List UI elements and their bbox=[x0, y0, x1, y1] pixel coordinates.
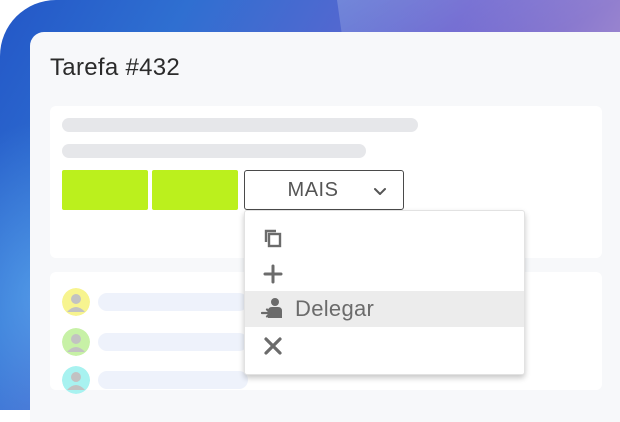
skeleton-line bbox=[98, 293, 248, 311]
delegate-icon bbox=[261, 297, 285, 321]
page-title: Tarefa #432 bbox=[50, 54, 181, 81]
chevron-down-icon bbox=[373, 184, 387, 202]
skeleton-line bbox=[98, 371, 248, 389]
copy-icon bbox=[261, 226, 285, 250]
avatar bbox=[62, 366, 90, 394]
more-actions-menu: Delegar bbox=[244, 210, 525, 375]
secondary-action-button[interactable] bbox=[152, 170, 238, 210]
menu-item-delegate[interactable]: Delegar bbox=[245, 291, 524, 327]
avatar bbox=[62, 328, 90, 356]
primary-action-button[interactable] bbox=[62, 170, 148, 210]
menu-item-add[interactable] bbox=[245, 256, 524, 292]
menu-item-label: Delegar bbox=[295, 296, 375, 321]
more-actions-label: MAIS bbox=[287, 178, 339, 201]
skeleton-line bbox=[62, 118, 418, 132]
menu-item-close[interactable] bbox=[245, 328, 524, 364]
skeleton-line bbox=[98, 333, 248, 351]
more-actions-button[interactable]: MAIS bbox=[244, 170, 404, 210]
close-icon bbox=[261, 334, 285, 358]
menu-item-copy[interactable] bbox=[245, 220, 524, 256]
skeleton-line bbox=[62, 144, 366, 158]
avatar bbox=[62, 288, 90, 316]
plus-icon bbox=[261, 262, 285, 286]
